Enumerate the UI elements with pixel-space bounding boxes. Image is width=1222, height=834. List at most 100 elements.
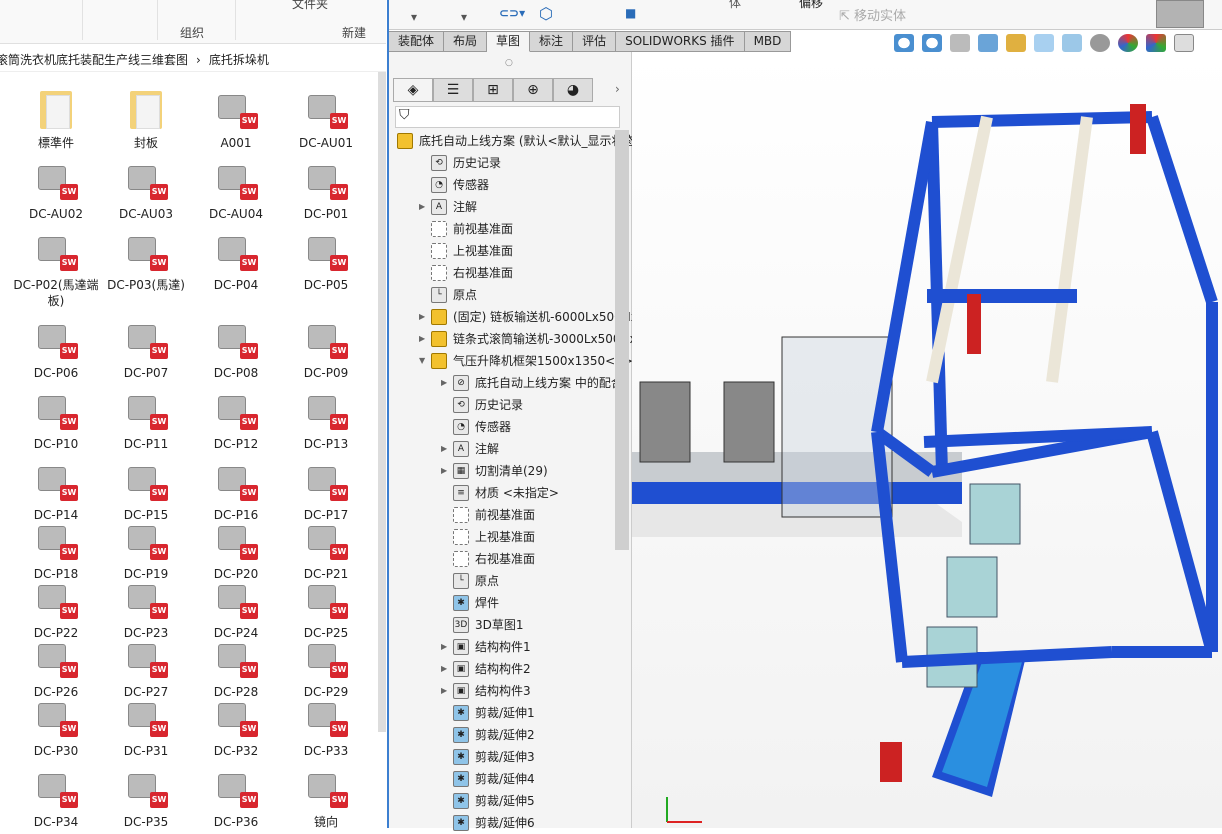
apply-scene-icon[interactable] [1146,34,1166,52]
file-item[interactable]: SW DC-P22 [11,577,101,641]
tree-filter[interactable]: ⛉ [395,106,620,128]
expand-arrow-icon[interactable]: ▶ [419,328,431,350]
file-item[interactable]: SW DC-P15 [101,459,191,523]
view-settings-icon[interactable] [1174,34,1194,52]
link-icon[interactable]: ⊂⊃▾ [499,6,525,20]
file-item[interactable]: SW DC-P07 [101,317,191,381]
tree-node[interactable]: ▶ ⊘ 底托自动上线方案 中的配合 [441,372,623,394]
tab-2[interactable]: 草图 [487,31,531,52]
tree-node[interactable]: ▶ ▦ 切割清单(29) [441,460,548,482]
hexagon-icon[interactable]: ⬡ [539,4,553,23]
tree-node[interactable]: ◔ 传感器 [419,174,489,196]
explorer-scrollbar[interactable] [378,72,386,732]
tree-node[interactable]: ▶ ▣ 结构构件3 [441,680,531,702]
point-icon[interactable]: ■ [625,6,636,20]
file-item[interactable]: SW DC-P03(馬達) [101,229,191,293]
tree-node[interactable]: 上视基准面 [441,526,535,548]
section-view-icon[interactable] [978,34,998,52]
file-item[interactable]: SW DC-P11 [101,388,191,452]
expand-arrow-icon[interactable]: ▶ [441,460,453,482]
file-item[interactable]: SW DC-P06 [11,317,101,381]
display-style-icon[interactable] [1062,34,1082,52]
dynamic-annotation-icon[interactable] [1006,34,1026,52]
breadcrumb-separator[interactable]: › [196,53,201,67]
body-label[interactable]: 体 [729,0,741,11]
file-item[interactable]: SW DC-P31 [101,695,191,759]
expand-arrow-icon[interactable]: ▶ [441,372,453,394]
configurationmanager-tab-icon[interactable]: ⊞ [473,78,513,102]
breadcrumb-item[interactable]: 滚筒洗衣机底托装配生产线三维套图 [0,53,188,67]
file-item[interactable]: SW DC-P13 [281,388,371,452]
tree-node[interactable]: 前视基准面 [419,218,513,240]
file-item[interactable]: 封板 [101,87,191,151]
expand-arrow-icon[interactable]: ▶ [441,438,453,460]
tree-node[interactable]: ≡ 材质 <未指定> [441,482,559,504]
file-item[interactable]: SW DC-P33 [281,695,371,759]
folder-label[interactable]: 文件夹 [292,0,328,12]
propertymanager-tab-icon[interactable]: ☰ [433,78,473,102]
tab-5[interactable]: SOLIDWORKS 插件 [616,31,745,52]
file-item[interactable]: SW DC-P24 [191,577,281,641]
expand-arrow-icon[interactable]: ▶ [441,636,453,658]
file-item[interactable]: SW DC-P14 [11,459,101,523]
tree-node[interactable]: ✱ 剪裁/延伸5 [441,790,535,812]
tree-node[interactable]: ▶ A 注解 [441,438,499,460]
tree-node[interactable]: 前视基准面 [441,504,535,526]
expand-arrow-icon[interactable]: ▼ [419,350,431,372]
tree-node[interactable]: ✱ 剪裁/延伸3 [441,746,535,768]
file-item[interactable]: SW DC-P17 [281,459,371,523]
tree-node[interactable]: ▶ ▣ 结构构件1 [441,636,531,658]
expand-arrow-icon[interactable]: ▶ [419,196,431,218]
tree-node[interactable]: ✱ 剪裁/延伸2 [441,724,535,746]
file-item[interactable]: SW DC-P18 [11,518,101,582]
tree-node[interactable]: ✱ 剪裁/延伸4 [441,768,535,790]
file-item[interactable]: SW DC-P30 [11,695,101,759]
file-item[interactable]: SW DC-P34 [11,766,101,830]
tree-node[interactable]: ▼ 气压升降机框架1500x1350<1> [419,350,633,372]
display-manager-tab-icon[interactable]: ◕ [553,78,593,102]
file-item[interactable]: SW DC-AU04 [191,158,281,222]
tree-node[interactable]: ✱ 剪裁/延伸6 [441,812,535,834]
file-item[interactable]: SW DC-P23 [101,577,191,641]
chevron-right-icon[interactable]: › [615,82,620,96]
file-item[interactable]: SW DC-AU01 [281,87,371,151]
view-orientation-icon[interactable] [1034,34,1054,52]
hide-show-icon[interactable] [1090,34,1110,52]
expand-arrow-icon[interactable]: ▶ [419,306,431,328]
tree-node[interactable]: ✱ 剪裁/延伸1 [441,702,535,724]
tree-node[interactable]: ⟲ 历史记录 [441,394,523,416]
tree-scrollbar[interactable] [615,130,629,550]
file-item[interactable]: SW DC-P32 [191,695,281,759]
move-entity-button[interactable]: ⇱ 移动实体 [839,5,906,24]
file-item[interactable]: SW DC-P05 [281,229,371,293]
tree-node[interactable]: 上视基准面 [419,240,513,262]
tree-node[interactable]: └ 原点 [441,570,499,592]
tree-node[interactable]: ▶ ▣ 结构构件2 [441,658,531,680]
file-item[interactable]: SW DC-P19 [101,518,191,582]
tab-6[interactable]: MBD [744,31,792,52]
dropdown-arrow-icon[interactable]: ▾ [461,10,467,24]
file-item[interactable]: 標準件 [11,87,101,151]
file-item[interactable]: SW 镜向 [281,766,371,830]
tree-node[interactable]: ⟲ 历史记录 [419,152,501,174]
file-item[interactable]: SW DC-P29 [281,636,371,700]
tree-node[interactable]: ✱ 焊件 [441,592,499,614]
previous-view-icon[interactable] [950,34,970,52]
tab-4[interactable]: 评估 [573,31,617,52]
file-item[interactable]: SW DC-P36 [191,766,281,830]
tree-node[interactable]: 右视基准面 [441,548,535,570]
file-item[interactable]: SW DC-P08 [191,317,281,381]
tree-node[interactable]: ▶ (固定) 链板输送机-6000Lx500Hx [419,306,638,328]
file-item[interactable]: SW DC-P35 [101,766,191,830]
panel-splitter[interactable]: ○ [505,58,513,68]
zoom-area-icon[interactable] [922,34,942,52]
tab-1[interactable]: 布局 [444,31,488,52]
tree-node[interactable]: 3D 3D草图1 [441,614,524,636]
file-item[interactable]: SW A001 [191,87,281,151]
file-item[interactable]: SW DC-P04 [191,229,281,293]
dimxpert-tab-icon[interactable]: ⊕ [513,78,553,102]
featuremanager-tab-icon[interactable]: ◈ [393,78,433,102]
expand-arrow-icon[interactable]: ▶ [441,658,453,680]
tree-node[interactable]: ◔ 传感器 [441,416,511,438]
file-item[interactable]: SW DC-P25 [281,577,371,641]
